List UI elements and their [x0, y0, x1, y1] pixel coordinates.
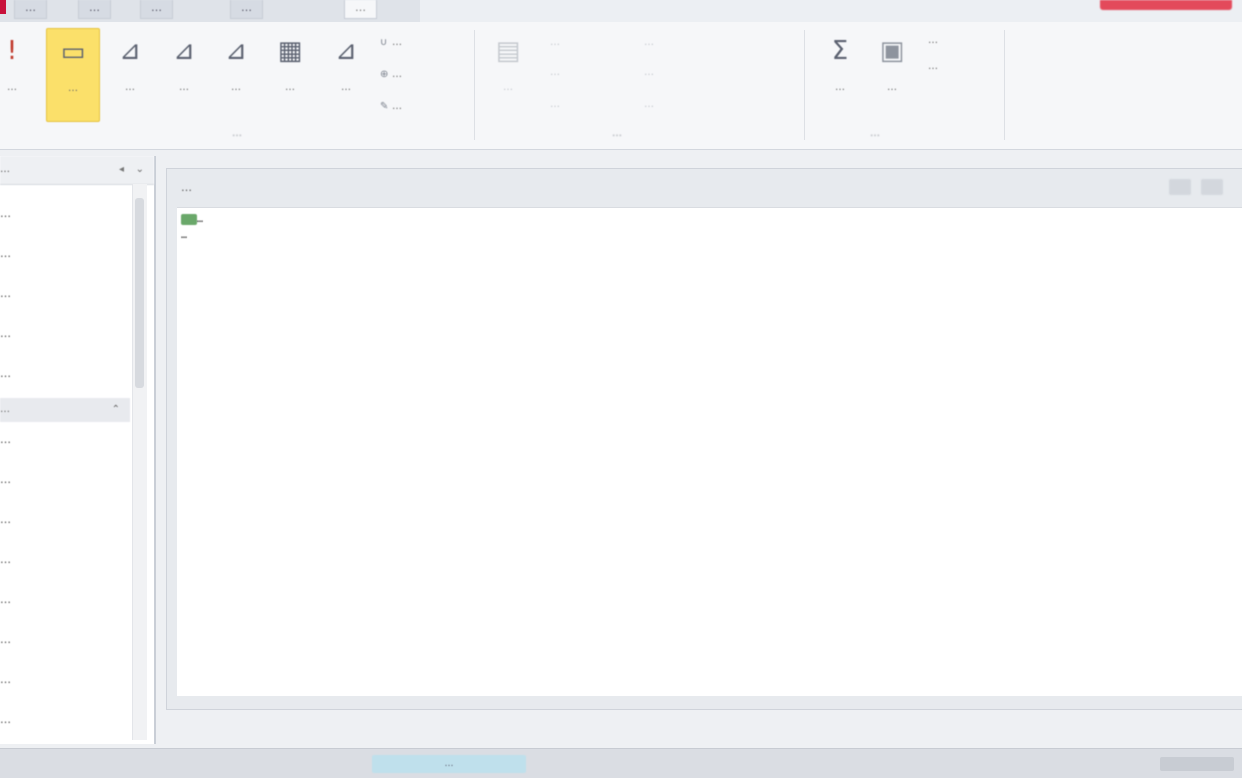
show-table-icon: ▤	[495, 36, 521, 66]
delete-query-button[interactable]: ▦ …	[264, 28, 316, 120]
view-button[interactable]: ▭ …	[46, 28, 100, 122]
close-icon[interactable]	[1200, 179, 1223, 195]
nav-item[interactable]: …	[0, 550, 11, 570]
nav-item[interactable]: …	[0, 324, 11, 344]
view-icon: ▭	[60, 37, 86, 67]
collapse-icon[interactable]: ⌃	[112, 398, 120, 422]
insert-rows-button[interactable]: …	[550, 34, 560, 52]
view-switcher[interactable]: …	[372, 755, 526, 773]
nav-item[interactable]: …	[0, 510, 11, 530]
group-label-query-type: …	[232, 128, 242, 139]
sql-editor[interactable]: … …	[177, 207, 1242, 696]
nav-item[interactable]: …	[0, 430, 11, 450]
scrollbar-thumb[interactable]	[135, 198, 144, 388]
union-button[interactable]: ∪…	[380, 34, 402, 52]
query-design-icon: ⊿	[225, 36, 247, 66]
sigma-icon: Σ	[831, 36, 849, 66]
nav-item[interactable]: …	[0, 630, 11, 650]
status-bar: …	[0, 748, 1242, 778]
nav-item[interactable]: …	[0, 284, 11, 304]
crosstab-query-button[interactable]: ⊿ …	[210, 28, 262, 120]
data-definition-button[interactable]: ✎…	[380, 98, 402, 116]
builder-button[interactable]: …	[550, 96, 560, 114]
tab-create[interactable]: …	[140, 0, 173, 19]
totals-button[interactable]: Σ …	[814, 28, 866, 120]
data-definition-icon: ✎	[380, 101, 389, 112]
pass-through-button[interactable]: ⊕…	[380, 66, 402, 84]
nav-item[interactable]: …	[0, 590, 11, 610]
tab-file[interactable]: …	[14, 0, 47, 19]
query-document-window: … … …	[166, 168, 1242, 710]
pass-through-icon: ⊕	[380, 69, 389, 80]
nav-pane-header[interactable]: … ◂ ⌄	[0, 156, 154, 185]
exclamation-icon: !	[6, 36, 18, 66]
nav-item[interactable]: …	[0, 364, 11, 384]
nav-scrollbar[interactable]	[132, 184, 147, 740]
return-button[interactable]: …	[644, 96, 654, 114]
query-design-icon: ⊿	[119, 36, 141, 66]
group-separator	[1004, 30, 1005, 140]
delete-rows-button[interactable]: …	[550, 64, 560, 82]
parameters-button[interactable]: ▣ …	[866, 28, 918, 120]
run-button[interactable]: ! …	[0, 28, 38, 120]
text-cursor-highlight	[181, 214, 198, 225]
title-tab-bar: … … … … …	[0, 0, 1242, 23]
tab-home[interactable]: …	[78, 0, 111, 19]
update-query-button[interactable]: ⊿ …	[158, 28, 210, 120]
pin-icon[interactable]: ◂	[119, 156, 124, 184]
query-design-icon: ⊿	[173, 36, 195, 66]
user-account-badge[interactable]	[1100, 0, 1232, 10]
insert-columns-button[interactable]: …	[644, 34, 654, 52]
code-line: …	[181, 230, 188, 241]
group-separator	[804, 30, 805, 140]
tab-design[interactable]: …	[344, 0, 377, 19]
nav-group-header[interactable]: … ⌃	[0, 398, 130, 422]
status-controls[interactable]	[1160, 757, 1234, 771]
make-table-button[interactable]: ⊿ …	[320, 28, 372, 120]
nav-item[interactable]: …	[0, 710, 11, 730]
chevron-down-icon[interactable]: ⌄	[136, 156, 144, 184]
nav-item[interactable]: …	[0, 470, 11, 490]
table-names-button[interactable]: …	[928, 58, 938, 76]
document-window-controls	[1163, 179, 1223, 199]
show-table-button[interactable]: ▤ …	[482, 28, 534, 120]
nav-item[interactable]: …	[0, 670, 11, 690]
nav-item[interactable]: …	[0, 204, 11, 224]
nav-item[interactable]: …	[0, 244, 11, 264]
code-line: …	[181, 212, 203, 228]
navigation-pane: … ◂ ⌄ … … … … … … ⌃ … … … … … … … …	[0, 156, 156, 744]
document-tab[interactable]: …	[175, 177, 198, 199]
group-label-query-setup: …	[612, 128, 622, 139]
app-accent	[0, 0, 6, 14]
minimize-icon[interactable]	[1169, 179, 1191, 195]
table-icon: ▦	[277, 36, 303, 66]
query-design-icon: ⊿	[335, 36, 357, 66]
union-icon: ∪	[380, 37, 388, 48]
group-label-show-hide: …	[870, 128, 880, 139]
delete-columns-button[interactable]: …	[644, 64, 654, 82]
group-separator	[474, 30, 475, 140]
property-sheet-button[interactable]: …	[928, 32, 938, 50]
tab-external-data[interactable]: …	[230, 0, 263, 19]
append-query-button[interactable]: ⊿ …	[104, 28, 156, 120]
ribbon: ! … ▭ … ⊿ … ⊿ … ⊿ … ▦ … ⊿ … ∪… ⊕… ✎… ▤ ……	[0, 22, 1242, 150]
parameters-icon: ▣	[879, 36, 905, 66]
